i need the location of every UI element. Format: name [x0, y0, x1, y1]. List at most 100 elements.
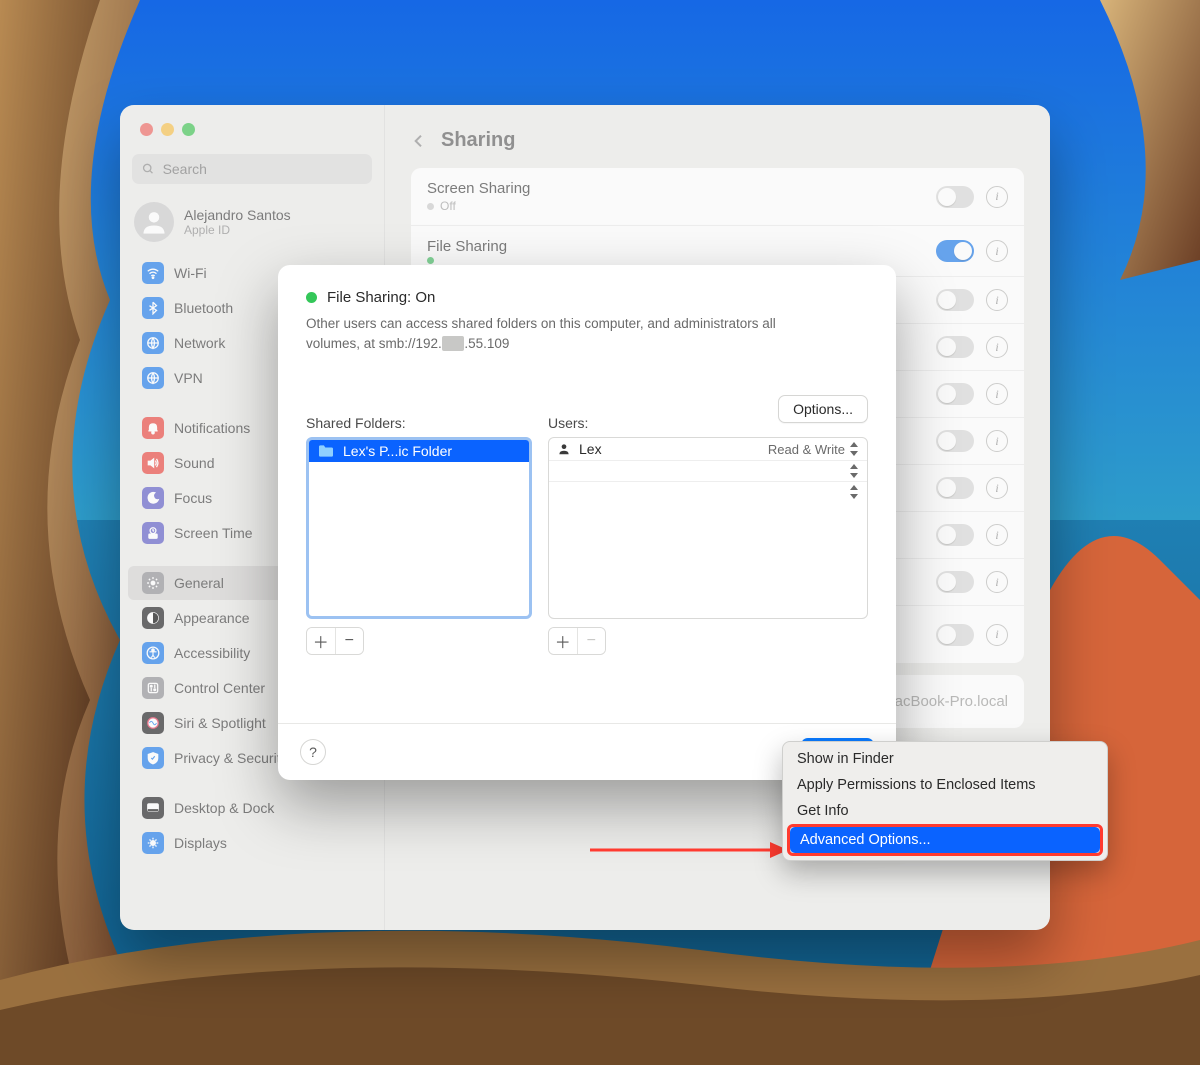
- sound-icon: [142, 452, 164, 474]
- search-icon: [142, 162, 155, 176]
- file-sharing-sheet: File Sharing: On Other users can access …: [278, 265, 896, 780]
- user-row[interactable]: Lex Read & Write: [549, 438, 867, 461]
- sidebar-item-label: Siri & Spotlight: [174, 715, 266, 731]
- context-menu-item[interactable]: Get Info: [787, 798, 1103, 824]
- minimize-button[interactable]: [161, 123, 174, 136]
- remove-folder-button[interactable]: −: [335, 628, 364, 654]
- toggle[interactable]: [936, 240, 974, 262]
- permission-selector[interactable]: [849, 485, 859, 499]
- sidebar-item-label: VPN: [174, 370, 203, 386]
- updown-icon: [849, 485, 859, 499]
- sidebar-item-label: Accessibility: [174, 645, 250, 661]
- back-button[interactable]: [411, 131, 427, 151]
- shared-folder-row[interactable]: Lex's P...ic Folder: [309, 440, 529, 462]
- info-button[interactable]: i: [986, 289, 1008, 311]
- main-header: Sharing: [385, 105, 1050, 162]
- sidebar-item-label: Displays: [174, 835, 227, 851]
- wifi-icon: [142, 262, 164, 284]
- zoom-button[interactable]: [182, 123, 195, 136]
- sidebar-item-desktop-dock[interactable]: Desktop & Dock: [128, 791, 376, 825]
- row-sub: Off: [427, 199, 530, 213]
- info-button[interactable]: i: [986, 524, 1008, 546]
- sidebar-item-label: Network: [174, 335, 225, 351]
- toggle[interactable]: [936, 186, 974, 208]
- toggle[interactable]: [936, 430, 974, 452]
- permission-selector[interactable]: Read & Write: [768, 442, 859, 457]
- status-dot-icon: [427, 257, 434, 264]
- add-user-button[interactable]: ＋: [549, 628, 577, 654]
- gear-icon: [142, 572, 164, 594]
- info-button[interactable]: i: [986, 430, 1008, 452]
- appearance-icon: [142, 607, 164, 629]
- info-button[interactable]: i: [986, 383, 1008, 405]
- status-dot-icon: [306, 292, 317, 303]
- info-button[interactable]: i: [986, 571, 1008, 593]
- page-title: Sharing: [441, 129, 515, 152]
- sheet-description: Other users can access shared folders on…: [306, 314, 846, 353]
- folder-add-remove: ＋ −: [306, 627, 364, 655]
- shared-folders-label: Shared Folders:: [306, 415, 532, 431]
- sidebar-item-label: Desktop & Dock: [174, 800, 274, 816]
- siri-icon: [142, 712, 164, 734]
- help-button[interactable]: ?: [300, 739, 326, 765]
- annotation-arrow-icon: [590, 838, 790, 862]
- users-list[interactable]: Lex Read & Write: [548, 437, 868, 619]
- desktop: Alejandro Santos Apple ID Wi-FiBluetooth…: [0, 0, 1200, 1065]
- network-icon: [142, 332, 164, 354]
- updown-icon: [849, 464, 859, 478]
- info-button[interactable]: i: [986, 240, 1008, 262]
- focus-icon: [142, 487, 164, 509]
- account-sub: Apple ID: [184, 223, 291, 237]
- updown-icon: [849, 442, 859, 456]
- options-button[interactable]: Options...: [778, 395, 868, 423]
- service-row: Screen Sharing Off i: [411, 168, 1024, 226]
- search-field[interactable]: [132, 154, 372, 184]
- sidebar-item-label: Wi-Fi: [174, 265, 207, 281]
- row-title: File Sharing: [427, 238, 507, 255]
- user-name: Lex: [579, 441, 602, 457]
- sidebar-item-displays[interactable]: Displays: [128, 826, 376, 860]
- permission-selector[interactable]: [849, 464, 859, 478]
- toggle[interactable]: [936, 477, 974, 499]
- account-row[interactable]: Alejandro Santos Apple ID: [134, 202, 370, 242]
- account-name: Alejandro Santos: [184, 207, 291, 223]
- add-folder-button[interactable]: ＋: [307, 628, 335, 654]
- info-button[interactable]: i: [986, 624, 1008, 646]
- shared-folders-list[interactable]: Lex's P...ic Folder: [306, 437, 532, 619]
- context-menu-item[interactable]: Apply Permissions to Enclosed Items: [787, 772, 1103, 798]
- controlcenter-icon: [142, 677, 164, 699]
- close-button[interactable]: [140, 123, 153, 136]
- user-icon: [557, 442, 571, 456]
- context-menu-item[interactable]: Show in Finder: [787, 746, 1103, 772]
- toggle[interactable]: [936, 383, 974, 405]
- info-button[interactable]: i: [986, 477, 1008, 499]
- status-dot-icon: [427, 203, 434, 210]
- bluetooth-icon: [142, 297, 164, 319]
- folder-name: Lex's P...ic Folder: [343, 443, 452, 459]
- sidebar-item-label: Control Center: [174, 680, 265, 696]
- sidebar-item-label: Focus: [174, 490, 212, 506]
- row-title: Screen Sharing: [427, 180, 530, 197]
- displays-icon: [142, 832, 164, 854]
- remove-user-button[interactable]: −: [577, 628, 606, 654]
- user-add-remove: ＋ −: [548, 627, 606, 655]
- privacy-icon: [142, 747, 164, 769]
- toggle[interactable]: [936, 524, 974, 546]
- folder-icon: [317, 444, 335, 458]
- avatar: [134, 202, 174, 242]
- toggle[interactable]: [936, 336, 974, 358]
- sidebar-item-label: Privacy & Security: [174, 750, 288, 766]
- search-input[interactable]: [161, 160, 362, 178]
- info-button[interactable]: i: [986, 186, 1008, 208]
- toggle[interactable]: [936, 571, 974, 593]
- info-button[interactable]: i: [986, 336, 1008, 358]
- toggle[interactable]: [936, 289, 974, 311]
- sidebar-item-label: General: [174, 575, 224, 591]
- sheet-status: File Sharing: On: [306, 289, 868, 306]
- context-menu-item[interactable]: Advanced Options...: [790, 827, 1100, 853]
- accessibility-icon: [142, 642, 164, 664]
- toggle[interactable]: [936, 624, 974, 646]
- bell-icon: [142, 417, 164, 439]
- row-sub: [427, 257, 507, 264]
- dock-icon: [142, 797, 164, 819]
